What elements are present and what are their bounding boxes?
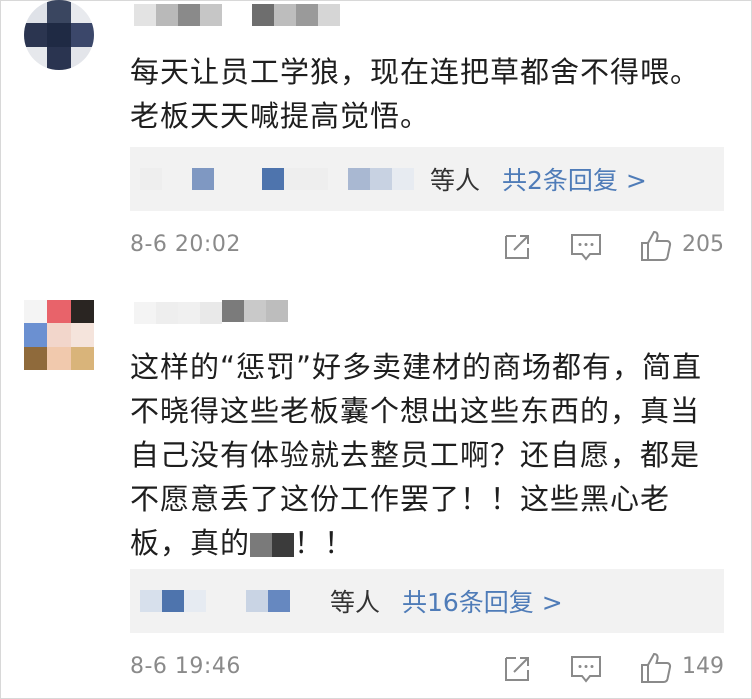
comment-time: 8-6 19:46: [130, 654, 241, 679]
avatar[interactable]: [24, 0, 94, 70]
replier-suffix: 等人: [430, 166, 481, 195]
comment-text: 每天让员工学狼，现在连把草都舍不得喂。 老板天天喊提高觉悟。: [130, 50, 730, 138]
replier-suffix: 等人: [330, 588, 381, 617]
reply-summary[interactable]: 等人 共2条回复 >: [130, 147, 724, 211]
comment-item: 这样的“惩罚”好多卖建材的商场都有，简直 不晓得这些老板囊个想出这些东西的，真当…: [0, 280, 752, 699]
comment-line: 不愿意丢了这份工作罢了！！这些黑心老: [130, 482, 671, 516]
comment-meta: 8-6 20:02 205: [130, 228, 730, 268]
comment-line: 老板天天喊提高觉悟。: [130, 99, 431, 133]
comment-line-prefix: 板，真的: [130, 526, 251, 560]
replier-names-redacted: [140, 168, 414, 190]
view-replies-link[interactable]: 共16条回复 >: [402, 583, 563, 619]
replier-names-redacted: [140, 590, 320, 612]
comment-line: 自己没有体验就去整员工啊？还自愿，都是: [130, 438, 701, 472]
like-count: 149: [682, 654, 724, 679]
username-redacted[interactable]: [134, 300, 288, 328]
comment-time: 8-6 20:02: [130, 232, 241, 257]
comment-text: 这样的“惩罚”好多卖建材的商场都有，简直 不晓得这些老板囊个想出这些东西的，真当…: [130, 345, 730, 565]
view-replies-link[interactable]: 共2条回复 >: [502, 161, 647, 197]
reply-summary[interactable]: 等人 共16条回复 >: [130, 569, 724, 633]
username-redacted[interactable]: [134, 4, 340, 30]
share-icon[interactable]: [500, 650, 536, 686]
comment-line: 这样的“惩罚”好多卖建材的商场都有，简直: [130, 350, 703, 384]
comment-icon[interactable]: [568, 650, 604, 686]
comment-line: 每天让员工学狼，现在连把草都舍不得喂。: [130, 55, 701, 89]
thumbs-up-icon[interactable]: [638, 228, 674, 264]
comment-line-last: 板，真的 ！！: [130, 521, 730, 565]
like-count: 205: [682, 232, 724, 257]
redacted-word: [250, 533, 295, 557]
comment-line: 不晓得这些老板囊个想出这些东西的，真当: [130, 394, 701, 428]
share-icon[interactable]: [500, 228, 536, 264]
comment-line-suffix: ！！: [294, 526, 355, 560]
comment-item: 每天让员工学狼，现在连把草都舍不得喂。 老板天天喊提高觉悟。 等人 共2条回复 …: [0, 0, 752, 280]
thumbs-up-icon[interactable]: [638, 650, 674, 686]
comment-meta: 8-6 19:46 149: [130, 650, 730, 690]
avatar[interactable]: [24, 300, 94, 370]
comment-icon[interactable]: [568, 228, 604, 264]
